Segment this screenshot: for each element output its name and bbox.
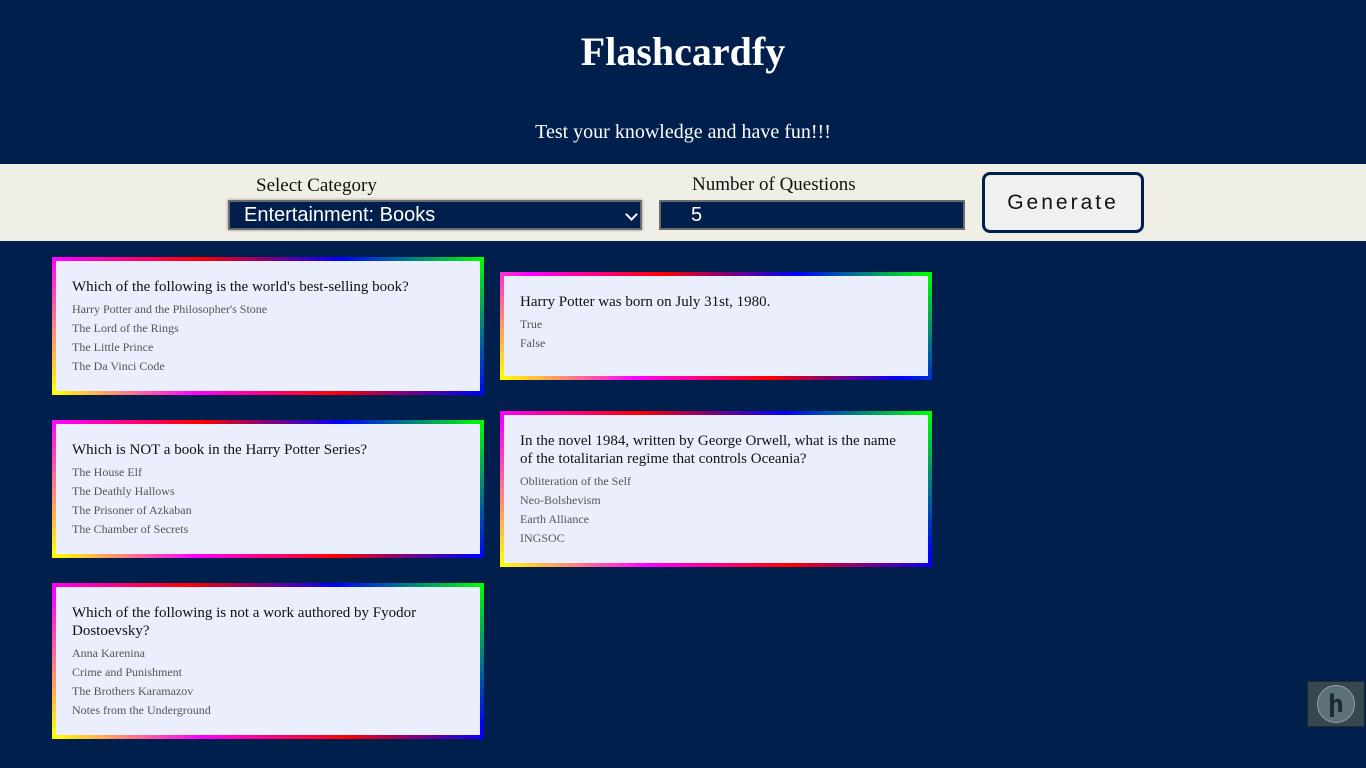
flashcard-answer: Notes from the Underground <box>72 703 211 717</box>
flashcard-answer: Anna Karenina <box>72 646 145 660</box>
questions-count-input[interactable]: 5 <box>659 200 965 230</box>
flashcard-answer: Crime and Punishment <box>72 665 182 679</box>
flashcard-answer: The Lord of the Rings <box>72 321 179 335</box>
flashcard-answer: The Brothers Karamazov <box>72 684 194 698</box>
chevron-down-icon <box>625 208 638 221</box>
assistant-icon: ի <box>1317 685 1355 723</box>
flashcard-answer: The Da Vinci Code <box>72 359 165 373</box>
page-title: Flashcardfy <box>580 29 786 74</box>
flashcard[interactable]: In the novel 1984, written by George Orw… <box>500 411 932 567</box>
questions-count-label: Number of Questions <box>692 174 856 195</box>
assistant-button[interactable]: ի <box>1307 681 1365 727</box>
generate-button[interactable]: Generate <box>982 172 1144 233</box>
flashcard-answer: INGSOC <box>520 531 565 545</box>
flashcard[interactable]: Which of the following is the world's be… <box>52 257 484 395</box>
category-select-value: Entertainment: Books <box>244 204 436 226</box>
flashcard-question: Which of the following is not a work aut… <box>72 605 417 639</box>
category-select[interactable]: Entertainment: Books <box>228 200 642 230</box>
flashcard-question: In the novel 1984, written by George Orw… <box>520 433 896 467</box>
flashcard-answer: The Deathly Hallows <box>72 484 175 498</box>
flashcard-question: Harry Potter was born on July 31st, 1980… <box>520 294 771 310</box>
flashcard-answer: The Little Prince <box>72 340 154 354</box>
flashcard-answer: False <box>520 336 546 350</box>
flashcard-answer: Obliteration of the Self <box>520 474 631 488</box>
flashcard-answer: The House Elf <box>72 465 142 479</box>
category-label: Select Category <box>256 175 377 196</box>
flashcard[interactable]: Which is NOT a book in the Harry Potter … <box>52 420 484 558</box>
flashcard-answer: The Chamber of Secrets <box>72 522 189 536</box>
page-subtitle: Test your knowledge and have fun!!! <box>535 121 831 143</box>
flashcard-answer: The Prisoner of Azkaban <box>72 503 192 517</box>
flashcard-question: Which of the following is the world's be… <box>72 279 409 295</box>
flashcard[interactable]: Harry Potter was born on July 31st, 1980… <box>500 272 932 380</box>
flashcard-answer: Harry Potter and the Philosopher's Stone <box>72 302 268 316</box>
page-header: Flashcardfy Test your knowledge and have… <box>0 0 1366 164</box>
flashcard-answer: Neo-Bolshevism <box>520 493 601 507</box>
controls-bar: Select Category Entertainment: Books Num… <box>0 164 1366 241</box>
flashcard[interactable]: Which of the following is not a work aut… <box>52 583 484 739</box>
flashcard-answer: True <box>520 317 543 331</box>
flashcard-question: Which is NOT a book in the Harry Potter … <box>72 442 368 458</box>
flashcard-answer: Earth Alliance <box>520 512 589 526</box>
